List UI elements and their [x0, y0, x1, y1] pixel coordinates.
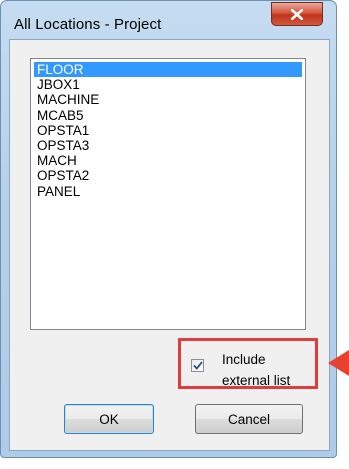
list-item-opsta3[interactable]: OPSTA3 [34, 138, 302, 153]
include-external-label-line2: external list [222, 373, 291, 388]
close-button[interactable] [271, 2, 323, 26]
list-item-panel[interactable]: PANEL [34, 184, 302, 199]
locations-listbox[interactable]: FLOOR JBOX1 MACHINE MCAB5 OPSTA1 OPSTA3 … [30, 58, 306, 330]
list-item-jbox1[interactable]: JBOX1 [34, 77, 302, 92]
arrow-left-icon [328, 350, 349, 376]
cancel-button[interactable]: Cancel [195, 404, 303, 434]
list-item-machine[interactable]: MACHINE [34, 92, 302, 107]
include-external-label-line1: Include [222, 352, 266, 367]
list-item-floor[interactable]: FLOOR [34, 62, 302, 78]
ok-button[interactable]: OK [64, 404, 154, 434]
checkmark-icon [192, 361, 203, 370]
include-external-checkbox[interactable] [191, 359, 204, 372]
list-item-mach[interactable]: MACH [34, 153, 302, 168]
include-external-label: Include external list [222, 349, 290, 391]
window-title: All Locations - Project [14, 16, 162, 33]
close-icon [291, 8, 303, 20]
list-item-mcab5[interactable]: MCAB5 [34, 108, 302, 123]
list-item-opsta2[interactable]: OPSTA2 [34, 168, 302, 183]
list-item-opsta1[interactable]: OPSTA1 [34, 123, 302, 138]
